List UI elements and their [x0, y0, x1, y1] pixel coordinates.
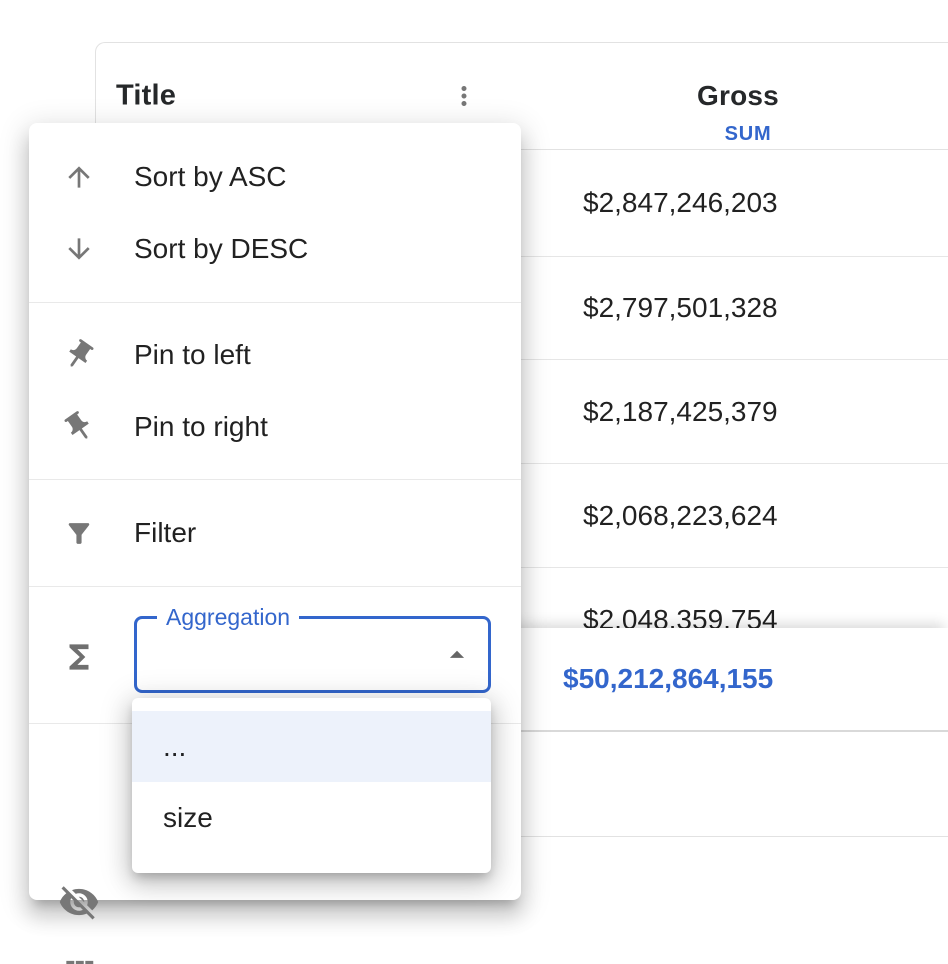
- menu-item-sort-asc[interactable]: Sort by ASC: [29, 141, 521, 213]
- menu-item-label: Sort by ASC: [134, 161, 287, 193]
- aggregation-option-size[interactable]: size: [132, 782, 491, 853]
- menu-item-pin-left[interactable]: Pin to left: [29, 319, 521, 391]
- menu-item-pin-right[interactable]: Pin to right: [29, 391, 521, 463]
- menu-item-label: Pin to right: [134, 411, 268, 443]
- aggregation-select[interactable]: Aggregation: [134, 616, 491, 693]
- menu-item-label: Filter: [134, 517, 196, 549]
- menu-divider: [29, 479, 521, 480]
- gross-sum-value: $50,212,864,155: [563, 663, 773, 695]
- menu-divider: [29, 302, 521, 303]
- aggregation-listbox: ... size: [132, 698, 491, 873]
- menu-item-label: Pin to left: [134, 339, 251, 371]
- aggregation-option-none[interactable]: ...: [132, 711, 491, 782]
- column-menu-button[interactable]: [448, 80, 480, 112]
- page: Title Gross SUM $2,847,246,203 $2,797,50…: [0, 0, 948, 964]
- arrow-up-icon: [62, 161, 96, 193]
- menu-item-sort-desc[interactable]: Sort by DESC: [29, 213, 521, 285]
- arrow-drop-up-icon[interactable]: [440, 638, 474, 672]
- more-vert-icon: [449, 81, 479, 111]
- pin-right-icon: [62, 410, 96, 444]
- gross-cell[interactable]: $2,847,246,203: [583, 187, 778, 219]
- pin-left-icon: [62, 338, 96, 372]
- menu-divider: [29, 586, 521, 587]
- arrow-down-icon: [62, 233, 96, 265]
- gross-cell[interactable]: $2,797,501,328: [583, 292, 778, 324]
- visibility-off-icon[interactable]: [58, 881, 100, 923]
- aggregation-select-label: Aggregation: [157, 604, 299, 632]
- columns-icon[interactable]: [60, 953, 98, 964]
- column-header-title[interactable]: Title: [116, 80, 176, 113]
- gross-cell[interactable]: $2,068,223,624: [583, 500, 778, 532]
- menu-item-filter[interactable]: Filter: [29, 497, 521, 569]
- filter-icon: [62, 518, 96, 549]
- sigma-icon: [60, 638, 98, 676]
- menu-item-label: Sort by DESC: [134, 233, 308, 265]
- column-header-gross[interactable]: Gross: [697, 80, 779, 112]
- column-menu: Sort by ASC Sort by DESC Pin to left Pin…: [29, 123, 521, 900]
- gross-cell[interactable]: $2,187,425,379: [583, 396, 778, 428]
- aggregation-sum-badge: SUM: [725, 123, 772, 146]
